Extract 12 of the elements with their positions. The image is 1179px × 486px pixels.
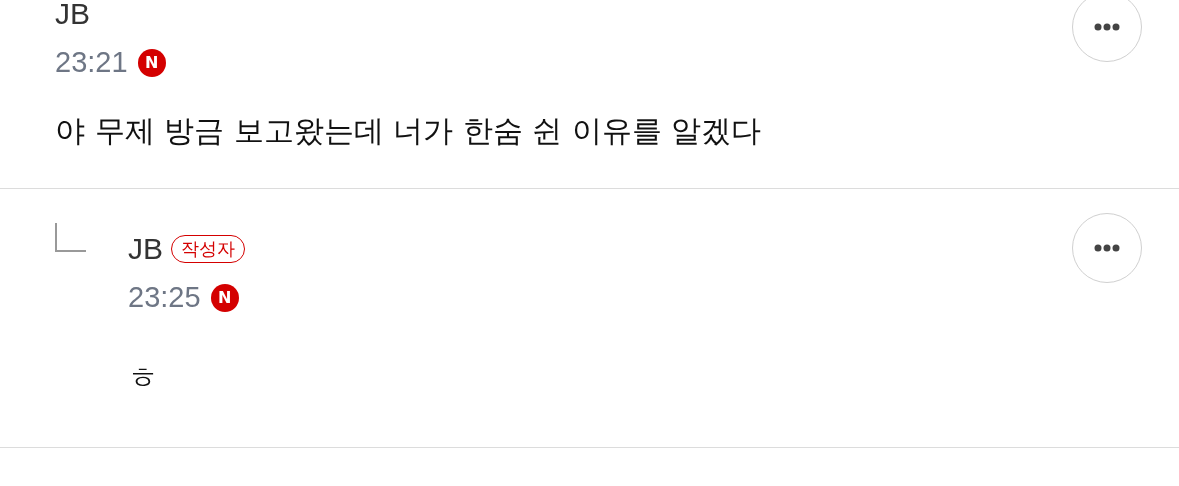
comment-time: 23:21 — [55, 46, 128, 79]
more-button[interactable] — [1072, 0, 1142, 62]
new-badge: N — [137, 48, 166, 77]
comment-text: ㅎ — [128, 359, 159, 397]
author-name: JB — [128, 232, 163, 266]
reply-corner-icon — [55, 223, 87, 253]
more-icon — [1094, 23, 1120, 31]
comment-text: 야 무제 방금 보고왔는데 너가 한숨 쉰 이유를 알겠다 — [55, 112, 763, 150]
new-badge: N — [210, 283, 239, 312]
more-icon — [1094, 244, 1120, 252]
author-name: JB — [55, 0, 90, 31]
comment-time: 23:25 — [128, 281, 201, 314]
